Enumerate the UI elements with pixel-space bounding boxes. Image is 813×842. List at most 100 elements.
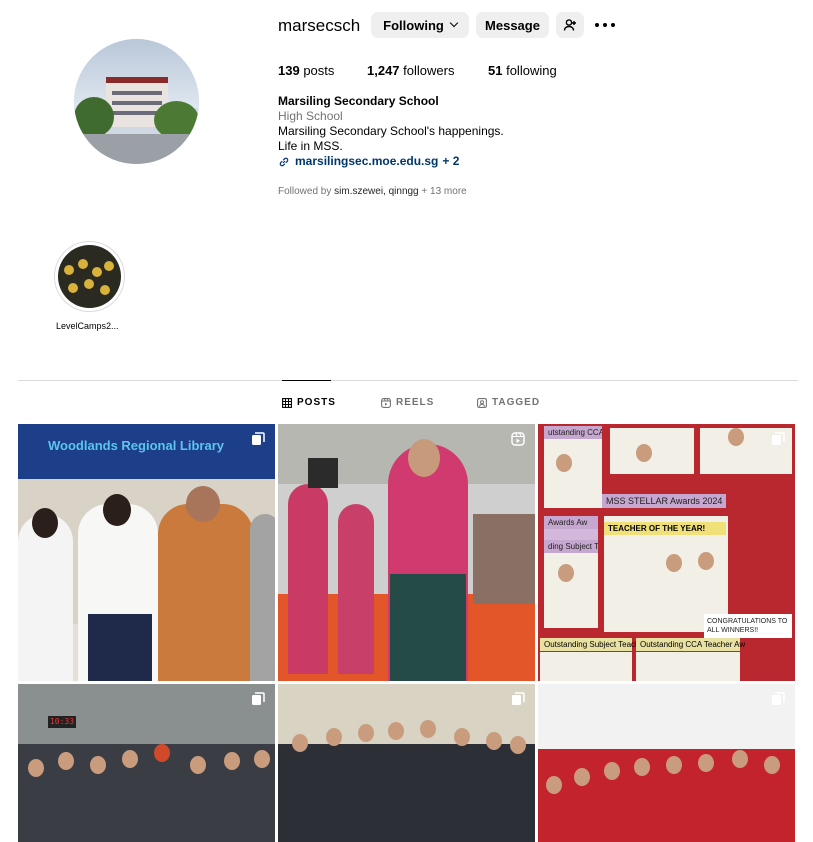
profile-username: marsecsch <box>278 16 361 35</box>
profile-avatar[interactable] <box>74 39 199 164</box>
teacher-of-year: TEACHER OF THE YEAR! <box>604 522 726 535</box>
following-number: 51 <box>488 63 503 78</box>
post-thumbnail[interactable] <box>278 684 535 842</box>
audience <box>473 514 535 604</box>
bio-link-text: marsilingsec.moe.edu.sg <box>295 154 439 168</box>
person-head <box>388 722 404 740</box>
award-photo <box>544 542 598 628</box>
person-head <box>122 750 138 768</box>
tab-posts[interactable]: POSTS <box>282 397 336 408</box>
bio-link-more: + 2 <box>442 154 460 168</box>
grid-icon <box>282 397 292 408</box>
followed-by[interactable]: Followed by sim.szewei, qinngg + 13 more <box>278 186 467 197</box>
person-head <box>32 508 58 538</box>
avatar-window <box>112 91 162 95</box>
tabs-divider <box>18 380 798 381</box>
award-title: Awards Aw <box>544 516 598 529</box>
person <box>18 514 73 681</box>
speaker <box>308 458 338 488</box>
person-head <box>728 428 744 446</box>
suggest-users-button[interactable] <box>556 12 584 38</box>
more-options-icon[interactable] <box>595 18 615 32</box>
award-label: Outstanding Subject Teacher A <box>540 638 654 651</box>
tab-reels[interactable]: REELS <box>381 397 434 408</box>
person-head <box>666 756 682 774</box>
carousel-icon <box>512 692 525 705</box>
post-thumbnail[interactable]: 10:33 <box>18 684 275 842</box>
followers-label: followers <box>403 63 455 78</box>
dancer-face <box>408 439 440 477</box>
award-label: Outstanding CCA Teacher Aw <box>636 638 745 651</box>
person-head <box>698 754 714 772</box>
award-photo <box>544 432 602 508</box>
person-head <box>698 552 714 570</box>
dancer-skirt <box>390 574 466 681</box>
posts-number: 139 <box>278 63 300 78</box>
posts-count: 139 posts <box>278 63 334 78</box>
person-head <box>486 732 502 750</box>
posts-label: posts <box>303 63 335 78</box>
tagged-icon <box>477 397 487 408</box>
award-title: ding Subject Te <box>544 540 598 553</box>
active-tab-indicator <box>282 380 331 381</box>
person-head <box>634 758 650 776</box>
tab-tagged[interactable]: TAGGED <box>477 397 540 408</box>
highlight-label[interactable]: LevelCamps2... <box>56 321 119 331</box>
person-head <box>190 756 206 774</box>
person-head <box>420 720 436 738</box>
followed-by-prefix: Followed by <box>278 186 332 197</box>
link-icon <box>279 157 289 166</box>
bio-line: Marsiling Secondary School's happenings. <box>278 124 504 138</box>
person-head <box>254 750 270 768</box>
person <box>158 504 253 681</box>
carousel-icon <box>252 692 265 705</box>
message-button[interactable]: Message <box>476 12 549 38</box>
bio-line: Life in MSS. <box>278 139 343 153</box>
followed-by-more: + 13 more <box>421 186 467 197</box>
post-thumbnail[interactable] <box>538 684 795 842</box>
person-head <box>58 752 74 770</box>
person <box>250 514 275 681</box>
person-head <box>732 750 748 768</box>
person-head <box>574 768 590 786</box>
person-head <box>154 744 170 762</box>
avatar-window <box>112 101 162 105</box>
reel-icon <box>511 432 525 446</box>
person-head <box>604 762 620 780</box>
following-count[interactable]: 51 following <box>488 63 557 78</box>
tab-tagged-label: TAGGED <box>492 397 541 408</box>
highlight-thumbnail[interactable] <box>58 245 121 308</box>
students-group <box>278 744 535 842</box>
person-head <box>326 728 342 746</box>
post-background <box>18 684 275 744</box>
post-thumbnail[interactable] <box>278 424 535 681</box>
followers-number: 1,247 <box>367 63 400 78</box>
carousel-icon <box>772 692 785 705</box>
person-head <box>556 454 572 472</box>
bio-link[interactable]: marsilingsec.moe.edu.sg + 2 <box>278 154 459 169</box>
tab-reels-label: REELS <box>396 397 435 408</box>
following-label: following <box>506 63 557 78</box>
congratulations-note: CONGRATULATIONS TO ALL WINNERS!! <box>704 614 792 638</box>
following-button-label: Following <box>383 17 444 33</box>
person-head <box>764 756 780 774</box>
person-head <box>90 756 106 774</box>
person-head <box>666 554 682 572</box>
following-button[interactable]: Following <box>371 12 469 38</box>
post-sign-text: Woodlands Regional Library <box>48 438 225 453</box>
clock-display: 10:33 <box>48 716 76 728</box>
dancer <box>338 504 374 674</box>
dancer <box>288 484 328 674</box>
tab-posts-label: POSTS <box>297 397 336 408</box>
followers-count[interactable]: 1,247 followers <box>367 63 454 78</box>
followed-by-names: sim.szewei, qinngg <box>334 186 419 197</box>
school-skirt <box>88 614 152 681</box>
person-head <box>546 776 562 794</box>
post-thumbnail[interactable]: utstanding CCA Tea Awards Aw ding Subjec… <box>538 424 795 681</box>
award-title: utstanding CCA Tea <box>544 426 602 439</box>
person-head <box>186 486 220 522</box>
bio-name: Marsiling Secondary School <box>278 94 439 108</box>
person-head <box>224 752 240 770</box>
person-head <box>28 759 44 777</box>
post-thumbnail[interactable]: Woodlands Regional Library <box>18 424 275 681</box>
